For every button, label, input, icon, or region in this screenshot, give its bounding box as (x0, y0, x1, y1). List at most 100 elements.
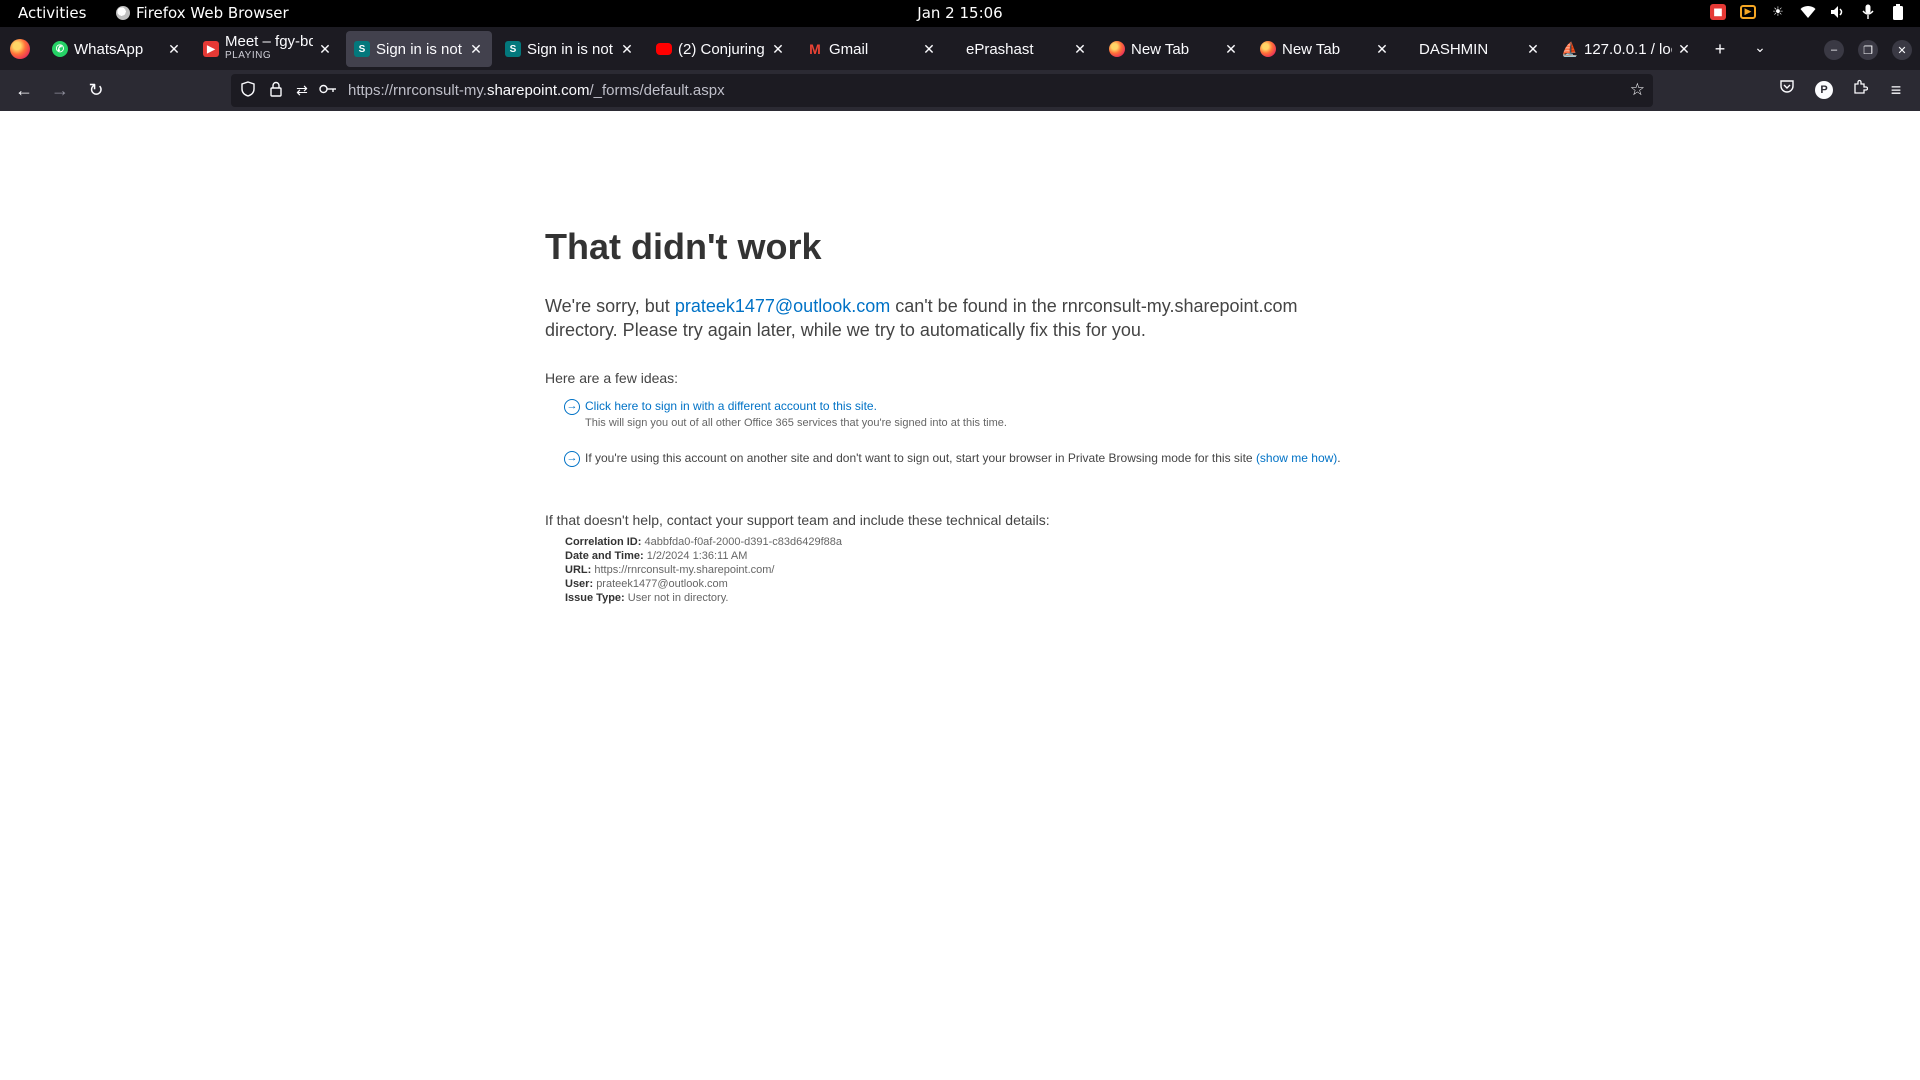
meet-icon: ▶ (203, 41, 219, 57)
arrow-circle-icon: → (564, 399, 580, 415)
tab-sign-in-not-allowed-active[interactable]: S Sign in is not allowed ✕ (346, 31, 492, 67)
sign-in-different-account-link[interactable]: Click here to sign in with a different a… (585, 399, 877, 413)
phpmyadmin-icon: ⛵ (1561, 40, 1579, 57)
tab-dashmin[interactable]: DASHMIN ✕ (1403, 31, 1549, 67)
close-tab-icon[interactable]: ✕ (1374, 41, 1390, 58)
url-text[interactable]: https://rnrconsult-my.sharepoint.com/_fo… (348, 82, 725, 99)
tab-label: Gmail (829, 40, 869, 58)
brightness-icon[interactable]: ☀ (1770, 4, 1786, 20)
battery-icon[interactable] (1890, 4, 1906, 20)
detail-value: 1/2/2024 1:36:11 AM (646, 550, 748, 562)
whatsapp-icon: ✆ (52, 41, 68, 57)
list-all-tabs-chevron-icon[interactable]: ⌄ (1750, 39, 1770, 56)
key-icon[interactable] (319, 81, 337, 99)
youtube-icon (656, 43, 672, 55)
tab-new-tab-2[interactable]: New Tab ✕ (1252, 31, 1398, 67)
close-tab-icon[interactable]: ✕ (1525, 41, 1541, 58)
system-tray[interactable]: ■ ▶ ☀ (1710, 4, 1906, 20)
tab-meet[interactable]: ▶ Meet – fgy-bdfn PLAYING ✕ (195, 31, 341, 67)
volume-icon[interactable] (1830, 4, 1846, 20)
support-instructions: If that doesn't help, contact your suppo… (545, 512, 1050, 528)
firefox-icon (1109, 41, 1125, 57)
reload-icon[interactable]: ↻ (84, 79, 108, 103)
url-host: sharepoint.com (486, 82, 590, 99)
technical-details: Correlation ID: 4abbfda0-f0af-2000-d391-… (565, 535, 842, 605)
tab-label: WhatsApp (74, 40, 144, 58)
address-bar[interactable]: ⇄ https://rnrconsult-my.sharepoint.com/_… (231, 74, 1653, 107)
bookmark-star-icon[interactable]: ☆ (1630, 80, 1645, 100)
close-tab-icon[interactable]: ✕ (166, 41, 182, 58)
tab-localhost-phpmyadmin[interactable]: ⛵ 127.0.0.1 / localhost ✕ (1554, 31, 1700, 67)
clock[interactable]: Jan 2 15:06 (0, 4, 1920, 22)
detail-value: prateek1477@outlook.com (596, 578, 728, 590)
page-content: That didn't work We're sorry, but pratee… (0, 111, 1920, 1080)
show-me-how-link[interactable]: (show me how) (1256, 451, 1337, 465)
close-tab-icon[interactable]: ✕ (921, 41, 937, 58)
microphone-icon[interactable] (1860, 4, 1876, 20)
tab-label: Meet – fgy-bdfn (225, 35, 313, 49)
detail-url: URL: https://rnrconsult-my.sharepoint.co… (565, 563, 842, 577)
close-tab-icon[interactable]: ✕ (468, 41, 484, 58)
url-prefix: https://rnrconsult-my. (348, 82, 487, 99)
detail-issue-type: Issue Type: User not in directory. (565, 591, 842, 605)
sign-out-note: This will sign you out of all other Offi… (585, 417, 1007, 429)
arrow-circle-icon: → (564, 451, 580, 467)
extensions-puzzle-icon[interactable] (1848, 79, 1872, 103)
detail-user: User: prateek1477@outlook.com (565, 577, 842, 591)
account-email-link[interactable]: prateek1477@outlook.com (675, 296, 890, 316)
tab-sign-in-not-allowed[interactable]: S Sign in is not allowed ✕ (497, 31, 643, 67)
detail-label: Correlation ID: (565, 536, 642, 548)
idea-sign-in-different-account: → Click here to sign in with a different… (564, 398, 1374, 431)
close-tab-icon[interactable]: ✕ (317, 41, 333, 58)
detail-correlation-id: Correlation ID: 4abbfda0-f0af-2000-d391-… (565, 535, 842, 549)
idea2-end: . (1337, 451, 1341, 465)
detail-value: 4abbfda0-f0af-2000-d391-c83d6429f88a (644, 536, 843, 548)
pocket-icon[interactable] (1775, 79, 1799, 103)
restore-window-button[interactable]: ❐ (1858, 40, 1878, 60)
account-profile-icon[interactable]: P (1815, 81, 1833, 99)
hamburger-menu-icon[interactable]: ≡ (1884, 79, 1908, 103)
tab-label: DASHMIN (1419, 40, 1489, 58)
back-arrow-icon[interactable]: ← (12, 79, 36, 103)
tab-gmail[interactable]: M Gmail ✕ (799, 31, 945, 67)
detail-label: Issue Type: (565, 592, 625, 604)
forward-arrow-icon[interactable]: → (48, 79, 72, 103)
new-tab-button[interactable]: + (1710, 39, 1730, 60)
detail-value: User not in directory. (627, 592, 729, 604)
tab-whatsapp[interactable]: ✆ WhatsApp ✕ (44, 31, 190, 67)
minimize-window-button[interactable]: – (1824, 40, 1844, 60)
close-tab-icon[interactable]: ✕ (770, 41, 786, 58)
wifi-icon[interactable] (1800, 4, 1816, 20)
close-tab-icon[interactable]: ✕ (619, 41, 635, 58)
tab-label: (2) Conjuring (678, 40, 765, 58)
screen-record-icon[interactable]: ▶ (1740, 5, 1756, 19)
firefox-icon (1260, 41, 1276, 57)
tab-eprashast[interactable]: ePrashast ✕ (950, 31, 1096, 67)
tab-label: Sign in is not allowed (376, 40, 464, 58)
error-message: We're sorry, but prateek1477@outlook.com… (545, 294, 1365, 342)
detail-label: URL: (565, 564, 592, 576)
close-tab-icon[interactable]: ✕ (1223, 41, 1239, 58)
tab-strip: ✆ WhatsApp ✕ ▶ Meet – fgy-bdfn PLAYING ✕… (0, 27, 1920, 70)
tab-label: ePrashast (966, 40, 1034, 58)
system-top-bar: Activities Firefox Web Browser Jan 2 15:… (0, 0, 1920, 27)
detail-label: Date and Time: (565, 550, 644, 562)
gmail-icon: M (809, 41, 821, 57)
lock-icon[interactable] (267, 81, 285, 99)
private-browsing-text: If you're using this account on another … (585, 451, 1256, 465)
tab-new-tab-1[interactable]: New Tab ✕ (1101, 31, 1247, 67)
close-window-button[interactable]: ✕ (1892, 40, 1912, 60)
navigation-toolbar: ← → ↻ ⇄ https://rnrconsult-my.sharepoint… (0, 70, 1920, 111)
firefox-view-icon[interactable] (10, 39, 30, 59)
tab-playing-label: PLAYING (225, 50, 272, 61)
tab-label: New Tab (1131, 40, 1190, 58)
sharepoint-icon: S (505, 41, 521, 57)
detail-value: https://rnrconsult-my.sharepoint.com/ (594, 564, 775, 576)
detail-label: User: (565, 578, 594, 590)
close-tab-icon[interactable]: ✕ (1676, 41, 1692, 58)
screen-share-icon[interactable]: ■ (1710, 4, 1726, 20)
close-tab-icon[interactable]: ✕ (1072, 41, 1088, 58)
tab-youtube-conjuring[interactable]: (2) Conjuring ✕ (648, 31, 794, 67)
permissions-icon[interactable]: ⇄ (293, 81, 311, 99)
tracking-protection-shield-icon[interactable] (239, 81, 257, 99)
